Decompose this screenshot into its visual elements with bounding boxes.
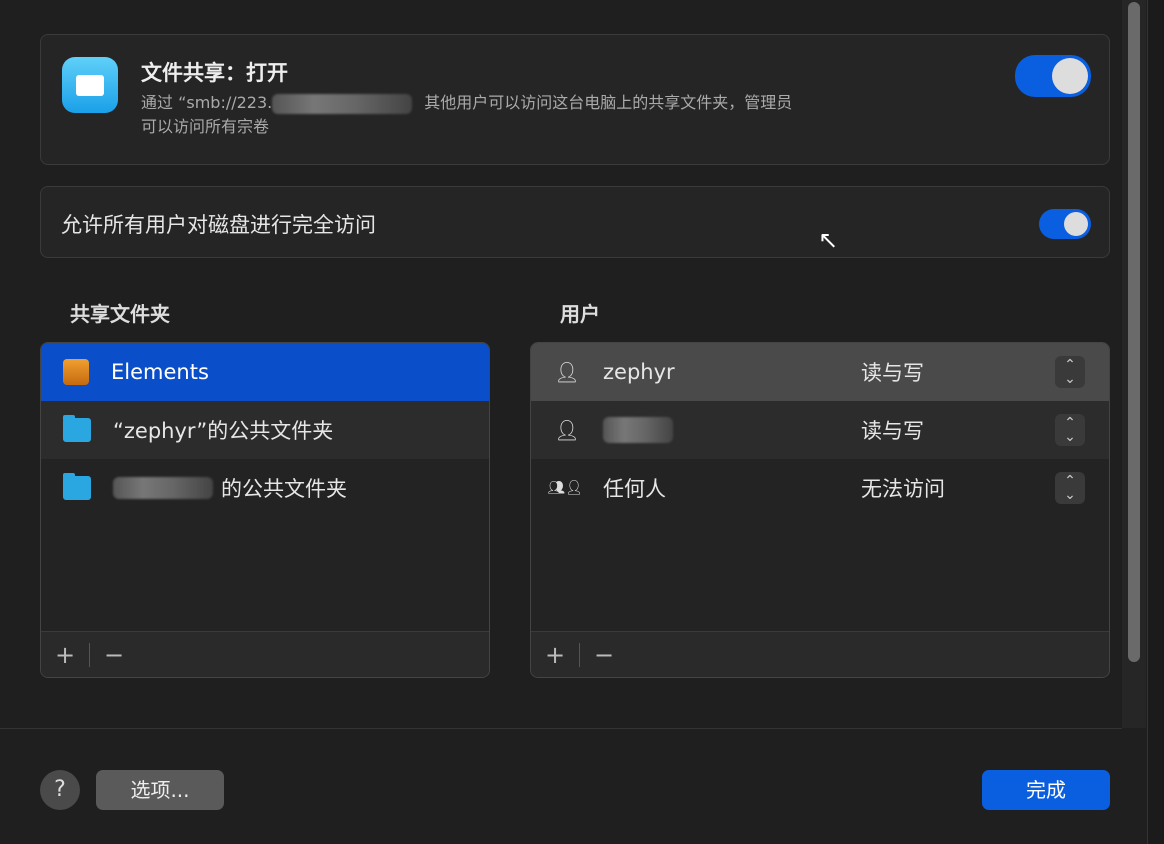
options-button[interactable]: 选项... — [96, 770, 224, 810]
smb-address: 通过 “smb://223. — [141, 93, 273, 112]
scrollbar-track[interactable] — [1122, 0, 1146, 728]
shared-folders-header: 共享文件夹 — [70, 302, 170, 326]
group-icon: 👥︎👤︎ — [547, 480, 583, 496]
full-access-panel: 允许所有用户对磁盘进行完全访问 — [40, 186, 1110, 258]
file-sharing-sheet: 文件共享：打开 通过 “smb://223. 其他用户可以访问这台电脑上的共享文件… — [0, 0, 1148, 844]
drive-icon — [63, 359, 89, 385]
remove-user-button[interactable]: − — [580, 641, 628, 669]
full-access-toggle[interactable] — [1039, 209, 1091, 239]
permission-stepper[interactable]: ⌃ ⌄ — [1055, 356, 1085, 388]
help-button[interactable]: ? — [40, 770, 80, 810]
file-sharing-app-icon — [62, 57, 118, 113]
folders-list-controls: + − — [41, 631, 489, 677]
scrollbar-thumb[interactable] — [1128, 2, 1140, 662]
full-access-label: 允许所有用户对磁盘进行完全访问 — [61, 213, 376, 237]
permission-stepper[interactable]: ⌃ ⌄ — [1055, 414, 1085, 446]
folder-row-redacted[interactable]: 的公共文件夹 — [41, 459, 489, 517]
file-sharing-description: 通过 “smb://223. 其他用户可以访问这台电脑上的共享文件夹，管理员 可以… — [141, 93, 793, 136]
permission-label: 读与写 — [861, 419, 924, 443]
permission-stepper[interactable]: ⌃ ⌄ — [1055, 472, 1085, 504]
permission-label: 读与写 — [861, 361, 924, 385]
user-row-redacted[interactable]: 👤︎ 读与写 ⌃ ⌄ — [531, 401, 1109, 459]
remove-folder-button[interactable]: − — [90, 641, 138, 669]
add-folder-button[interactable]: + — [41, 641, 89, 669]
folder-row-elements[interactable]: Elements — [41, 343, 489, 401]
mouse-cursor: ↖ — [818, 226, 839, 254]
user-icon: 👤︎ — [554, 360, 580, 384]
user-row-everyone[interactable]: 👥︎👤︎ 任何人 无法访问 ⌃ ⌄ — [531, 459, 1109, 517]
users-list: 👤︎ zephyr 读与写 ⌃ ⌄ 👤︎ 读与写 ⌃ ⌄ 👥︎👤︎ 任何人 无法访问 ⌃ ⌄ + − — [530, 342, 1110, 678]
file-sharing-title: 文件共享：打开 — [141, 61, 288, 85]
users-list-controls: + − — [531, 631, 1109, 677]
folder-icon — [63, 473, 91, 500]
shared-folders-list: Elements “zephyr”的公共文件夹 的公共文件夹 + − — [40, 342, 490, 678]
done-button[interactable]: 完成 — [982, 770, 1110, 810]
file-sharing-toggle[interactable] — [1015, 55, 1091, 97]
redacted-name — [113, 477, 213, 499]
redacted-name — [603, 417, 673, 443]
folder-row-zephyr[interactable]: “zephyr”的公共文件夹 — [41, 401, 489, 459]
add-user-button[interactable]: + — [531, 641, 579, 669]
footer-divider — [0, 728, 1122, 729]
file-sharing-panel: 文件共享：打开 通过 “smb://223. 其他用户可以访问这台电脑上的共享文件… — [40, 34, 1110, 165]
users-header: 用户 — [560, 302, 600, 326]
redacted-address — [272, 93, 413, 114]
user-icon: 👤︎ — [554, 418, 580, 442]
permission-label: 无法访问 — [861, 477, 945, 501]
user-row-zephyr[interactable]: 👤︎ zephyr 读与写 ⌃ ⌄ — [531, 343, 1109, 401]
folder-icon — [63, 415, 91, 442]
